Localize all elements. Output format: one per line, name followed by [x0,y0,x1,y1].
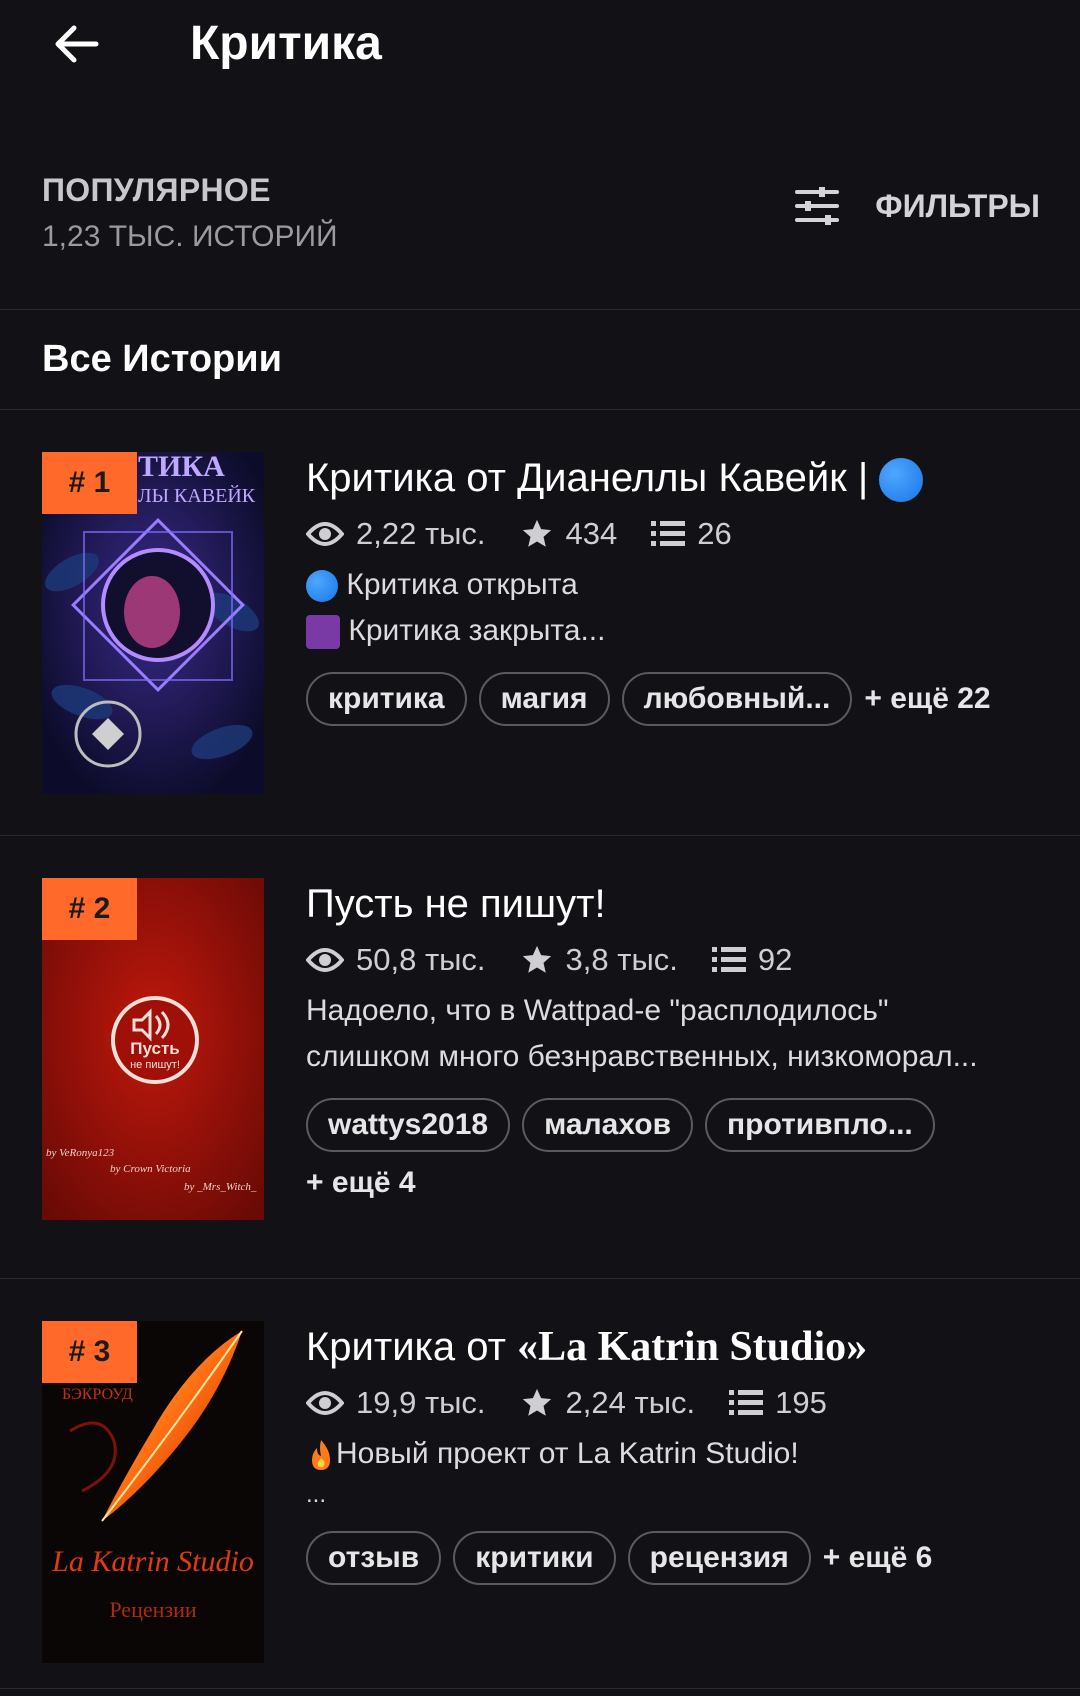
story-count: 1,23 ТЫС. ИСТОРИЙ [42,220,338,253]
story-title[interactable]: Пусть не пишут! [306,878,1050,930]
cover-text: by _Mrs_Witch_ [184,1181,257,1193]
story-cover[interactable]: Пусть не пишут! by VeRonya123 by Crown V… [42,878,264,1220]
views-count: 2,22 тыс. [356,516,486,551]
parts-count: 92 [757,942,793,977]
rank-badge: # 2 [42,878,137,940]
cover-text: ТИКА [138,452,225,483]
votes-count: 3,8 тыс. [565,942,678,977]
story-description: Надоело, что в Wattpad-е "расплодилось" … [306,988,1050,1080]
description-line: Надоело, что в Wattpad-е "расплодилось" [306,994,889,1027]
views-count: 50,8 тыс. [356,942,486,977]
story-stats: 50,8 тыс. 3,8 тыс. 92 [306,942,1050,978]
star-icon [522,519,551,547]
cover-text: БЭКРОУД [62,1386,133,1403]
tag-chip[interactable]: рецензия [627,1531,811,1585]
filters-label: ФИЛЬТРЫ [875,187,1040,224]
story-description: Новый проект от La Katrin Studio! ... [306,1431,1050,1513]
more-tags-link[interactable]: + ещё 6 [823,1541,933,1575]
cover-text: by VeRonya123 [46,1147,115,1159]
views-count: 19,9 тыс. [356,1385,486,1420]
tag-chip[interactable]: противпло... [705,1098,935,1152]
votes-count: 2,24 тыс. [565,1385,696,1420]
tag-list: критика магия любовный... + ещё 22 [306,672,1050,726]
votes-count: 434 [565,516,618,551]
sort-bar: ПОПУЛЯРНОЕ 1,23 ТЫС. ИСТОРИЙ ФИЛЬТРЫ [0,100,1080,310]
cover-text: не пишут! [130,1059,180,1071]
star-icon [522,945,551,973]
description-line: Критика закрыта... [348,614,606,647]
blue-circle-icon [879,458,924,503]
eye-icon [306,948,344,972]
story-title-styled: «La Katrin Studio» [517,1324,868,1370]
filters-button[interactable]: ФИЛЬТРЫ [795,186,1040,226]
description-line: Новый проект от La Katrin Studio! [336,1437,799,1470]
tag-chip[interactable]: отзыв [306,1531,442,1585]
story-card[interactable]: ТИКА ЛЫ КАВЕЙК # 1 Критика от Дианеллы К… [0,410,1080,836]
story-title[interactable]: Критика от Дианеллы Кавейк | [306,452,1050,504]
rank-badge: # 1 [42,452,137,514]
cover-text: ЛЫ КАВЕЙК [138,484,256,507]
purple-square-icon [306,615,340,650]
list-icon [711,947,746,972]
tag-chip[interactable]: любовный... [621,672,853,726]
parts-count: 26 [697,516,732,551]
description-line: ... [306,1481,327,1508]
rank-badge: # 3 [42,1321,137,1383]
story-cover[interactable]: ТИКА ЛЫ КАВЕЙК # 1 [42,452,264,794]
blue-circle-icon [306,570,338,603]
cover-text: by Crown Victoria [110,1163,191,1175]
eye-icon [306,1391,344,1415]
tag-chip[interactable]: малахов [522,1098,694,1152]
parts-count: 195 [775,1385,827,1420]
story-card[interactable]: БЭКРОУД La Katrin Studio Рецензии # 3 Кр… [0,1279,1080,1689]
story-title-text: Критика от [306,1325,518,1369]
story-description: Критика открыта Критика закрыта... [306,562,1050,654]
story-stats: 19,9 тыс. 2,24 тыс. 195 [306,1385,1050,1421]
tag-chip[interactable]: критики [453,1531,616,1585]
sort-label[interactable]: ПОПУЛЯРНОЕ [42,172,271,209]
story-title-text: Критика от Дианеллы Кавейк | [306,456,869,500]
cover-text: Рецензии [109,1597,196,1622]
eye-icon [306,522,344,546]
story-stats: 2,22 тыс. 434 26 [306,516,1050,552]
section-title: Все Истории [0,310,1080,410]
tag-chip[interactable]: wattys2018 [306,1098,511,1152]
list-icon [729,1390,764,1415]
story-card[interactable]: Пусть не пишут! by VeRonya123 by Crown V… [0,836,1080,1279]
cover-text: Пусть [130,1039,179,1058]
tag-chip[interactable]: магия [478,672,610,726]
tag-list: wattys2018 малахов противпло... [306,1098,1050,1152]
story-title[interactable]: Критика от «La Katrin Studio» [306,1321,1050,1373]
cover-text: La Katrin Studio [51,1545,254,1578]
description-line: Критика открыта [346,568,578,601]
description-line: слишком много безнравственных, низкомора… [306,1040,978,1073]
more-tags-link[interactable]: + ещё 22 [864,682,990,716]
fire-icon [312,1440,330,1471]
tag-list: отзыв критики рецензия + ещё 6 [306,1531,1050,1585]
tag-chip[interactable]: критика [306,672,467,726]
star-icon [522,1388,551,1416]
story-cover[interactable]: БЭКРОУД La Katrin Studio Рецензии # 3 [42,1321,264,1663]
filter-sliders-icon [795,187,840,225]
list-icon [651,521,686,546]
more-tags-link[interactable]: + ещё 4 [306,1166,416,1200]
